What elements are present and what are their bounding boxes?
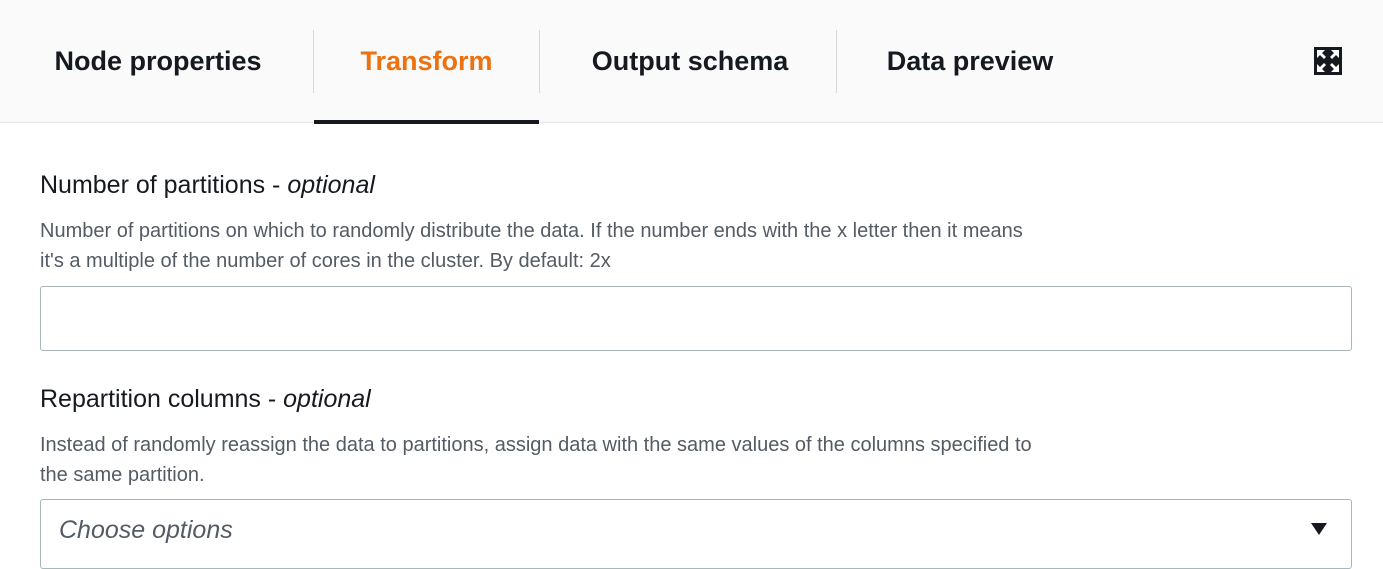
- tab-data-preview[interactable]: Data preview: [860, 0, 1080, 123]
- partitions-description-line2: it's a multiple of the number of cores i…: [40, 250, 611, 272]
- caret-down-icon: [1311, 523, 1327, 535]
- repartition-description-line1: Instead of randomly reassign the data to…: [40, 434, 1032, 456]
- partitions-label-text: Number of partitions -: [40, 171, 288, 199]
- select-placeholder: Choose options: [59, 516, 233, 544]
- repartition-description: Instead of randomly reassign the data to…: [40, 430, 1340, 490]
- tab-node-properties[interactable]: Node properties: [40, 0, 276, 123]
- tab-transform[interactable]: Transform: [314, 0, 539, 124]
- tab-bar: Node properties Transform Output schema …: [0, 0, 1383, 124]
- partitions-input[interactable]: [40, 286, 1352, 351]
- partitions-optional-text: optional: [287, 171, 375, 199]
- partitions-description-line1: Number of partitions on which to randoml…: [40, 220, 1023, 242]
- tab-output-schema[interactable]: Output schema: [565, 0, 815, 123]
- tab-divider: [539, 30, 540, 93]
- repartition-label-text: Repartition columns -: [40, 385, 284, 413]
- repartition-description-line2: the same partition.: [40, 464, 205, 486]
- repartition-label: Repartition columns - optional: [40, 385, 371, 414]
- expand-icon[interactable]: [1314, 47, 1342, 75]
- tab-divider: [836, 30, 837, 93]
- partitions-description: Number of partitions on which to randoml…: [40, 216, 1340, 276]
- repartition-optional-text: optional: [283, 385, 371, 413]
- partitions-label: Number of partitions - optional: [40, 171, 375, 200]
